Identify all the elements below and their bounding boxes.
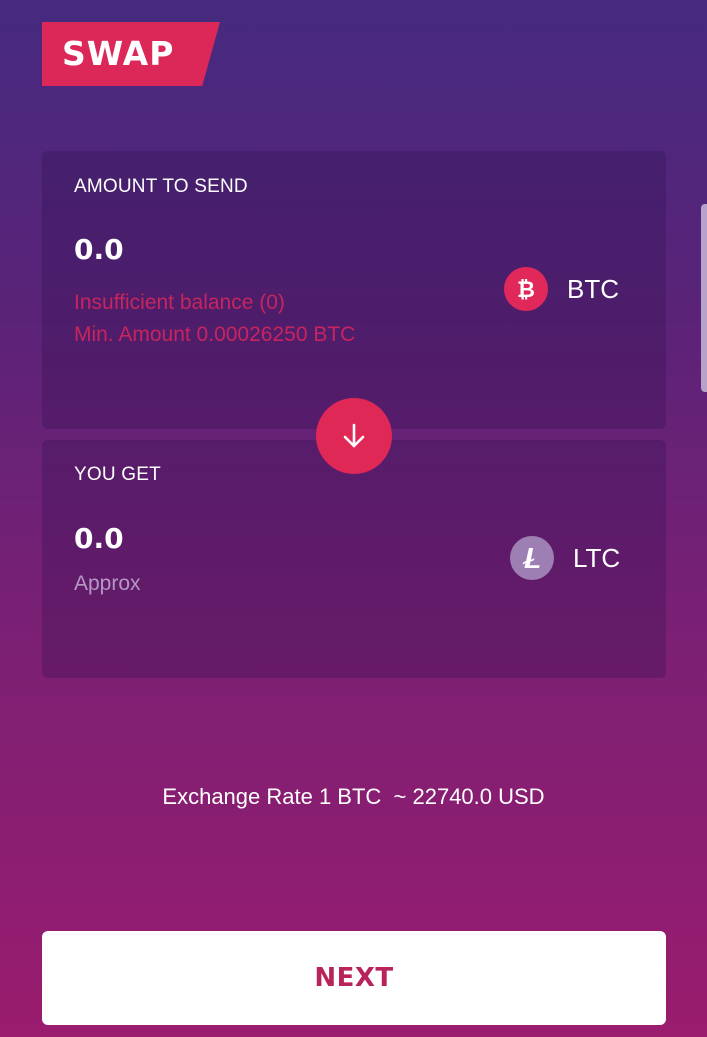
swap-direction-button[interactable] bbox=[316, 398, 392, 474]
side-drawer-handle[interactable] bbox=[701, 204, 707, 392]
insufficient-balance-error: Insufficient balance (0) bbox=[74, 291, 285, 314]
receive-currency-label: LTC bbox=[573, 542, 621, 573]
litecoin-icon bbox=[510, 536, 554, 580]
page-title: SWAP bbox=[62, 34, 175, 73]
arrow-down-icon bbox=[343, 423, 365, 448]
next-button[interactable]: NEXT bbox=[42, 931, 666, 1025]
receive-amount-label: YOU GET bbox=[74, 464, 161, 485]
send-amount-card: AMOUNT TO SEND 0.0 Insufficient balance … bbox=[42, 151, 666, 429]
receive-amount-card: YOU GET 0.0 Approx LTC bbox=[42, 440, 666, 678]
bitcoin-icon: ₿ bbox=[504, 267, 548, 311]
min-amount-error: Min. Amount 0.00026250 BTC bbox=[74, 323, 356, 346]
svg-text:₿: ₿ bbox=[517, 278, 535, 302]
receive-amount-value: 0.0 bbox=[74, 522, 124, 555]
send-amount-label: AMOUNT TO SEND bbox=[74, 176, 248, 197]
send-amount-input[interactable]: 0.0 bbox=[74, 233, 124, 266]
send-currency-label: BTC bbox=[567, 273, 619, 304]
approx-note: Approx bbox=[74, 572, 141, 595]
receive-currency-selector[interactable]: LTC bbox=[510, 536, 620, 580]
exchange-rate-text: Exchange Rate 1 BTC ~ 22740.0 USD bbox=[162, 784, 545, 809]
send-currency-selector[interactable]: ₿ BTC bbox=[504, 267, 619, 311]
